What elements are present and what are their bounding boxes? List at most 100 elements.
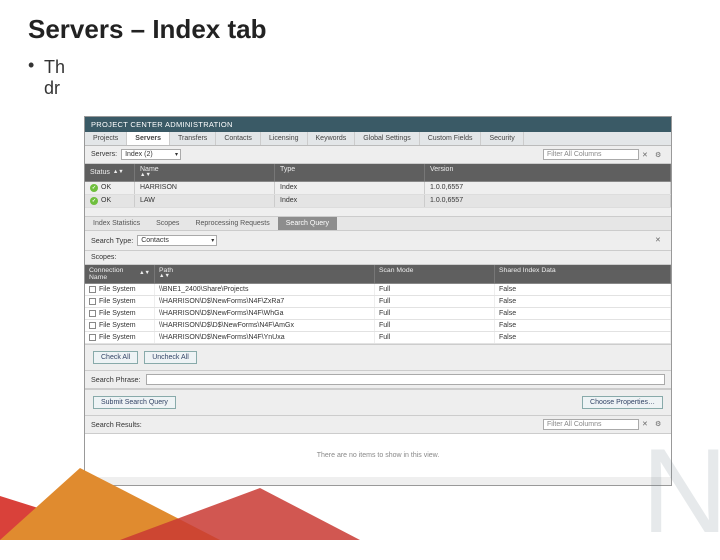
servers-grid-header: Status▲▼ Name▲▼ Type Version <box>85 164 671 182</box>
slide-title: Servers – Index tab <box>0 0 720 51</box>
bullet-1-frag-b: dr <box>44 78 60 98</box>
watermark-n: N <box>641 422 720 560</box>
scope-path: \\HARRISON\D$\NewForms\N4F\YnUxa <box>155 332 375 343</box>
scope-cn: File System <box>99 298 136 305</box>
search-phrase-input[interactable] <box>146 374 665 385</box>
server-version: 1.0.0,6557 <box>425 182 671 194</box>
scope-cn: File System <box>99 286 136 293</box>
scope-row[interactable]: File System \\HARRISON\D$\NewForms\N4F\W… <box>85 308 671 320</box>
search-type-select[interactable]: Contacts <box>137 235 217 246</box>
choose-properties-button[interactable]: Choose Properties… <box>582 396 663 409</box>
scope-row[interactable]: File System \\HARRISON\D$\NewForms\N4F\Z… <box>85 296 671 308</box>
scope-shared: False <box>495 296 671 307</box>
shdr-shared[interactable]: Shared Index Data <box>495 265 671 283</box>
uncheck-all-button[interactable]: Uncheck All <box>144 351 197 364</box>
results-empty-message: There are no items to show in this view. <box>85 434 671 477</box>
tab-keywords[interactable]: Keywords <box>308 132 356 145</box>
shdr-path[interactable]: Path▲▼ <box>155 265 375 283</box>
servers-grid: Status▲▼ Name▲▼ Type Version ✓OK HARRISO… <box>85 164 671 208</box>
server-type: Index <box>275 195 425 207</box>
hdr-version[interactable]: Version <box>425 164 671 181</box>
server-type: Index <box>275 182 425 194</box>
status-ok-icon: ✓ <box>90 197 98 205</box>
results-bar: Search Results: Filter All Columns ✕ ⚙ <box>85 416 671 434</box>
shdr-scan-mode[interactable]: Scan Mode <box>375 265 495 283</box>
search-type-label: Search Type: <box>91 236 133 245</box>
tab-projects[interactable]: Projects <box>85 132 127 145</box>
scopes-label: Scopes: <box>85 251 671 265</box>
dtab-search-query[interactable]: Search Query <box>278 217 337 230</box>
searchtype-clear-icon[interactable]: ✕ <box>655 235 665 245</box>
bullet-1-frag-a: Th <box>44 57 65 77</box>
app-window: PROJECT CENTER ADMINISTRATION Projects S… <box>84 116 672 486</box>
results-label: Search Results: <box>91 420 142 429</box>
scope-checkbox[interactable] <box>89 286 96 293</box>
scopes-header: Connection Name▲▼ Path▲▼ Scan Mode Share… <box>85 265 671 284</box>
bullet-1: Th dr <box>0 51 720 99</box>
titlebar: PROJECT CENTER ADMINISTRATION <box>85 117 671 132</box>
scope-scan: Full <box>375 284 495 295</box>
scope-checkbox[interactable] <box>89 334 96 341</box>
server-row[interactable]: ✓OK LAW Index 1.0.0,6557 <box>85 195 671 208</box>
submit-search-button[interactable]: Submit Search Query <box>93 396 176 409</box>
scope-row[interactable]: File System \\HARRISON\D$\NewForms\N4F\Y… <box>85 332 671 344</box>
detail-tabrow: Index Statistics Scopes Reprocessing Req… <box>85 216 671 231</box>
status-text: OK <box>101 197 111 204</box>
scope-checkbox[interactable] <box>89 322 96 329</box>
scope-row[interactable]: File System \\BNE1_2400\Share\Projects F… <box>85 284 671 296</box>
scope-cn: File System <box>99 334 136 341</box>
hdr-name[interactable]: Name▲▼ <box>135 164 275 181</box>
servers-subbar: Servers: Index (2) Filter All Columns ✕ … <box>85 146 671 164</box>
scope-path: \\HARRISON\D$\NewForms\N4F\WhGa <box>155 308 375 319</box>
servers-filter-input[interactable]: Filter All Columns <box>543 149 639 160</box>
scope-scan: Full <box>375 296 495 307</box>
tab-transfers[interactable]: Transfers <box>170 132 216 145</box>
scope-cn: File System <box>99 322 136 329</box>
dtab-scopes[interactable]: Scopes <box>148 217 187 230</box>
tab-contacts[interactable]: Contacts <box>216 132 261 145</box>
dtab-reprocessing[interactable]: Reprocessing Requests <box>187 217 277 230</box>
search-type-row: Search Type: Contacts ✕ <box>85 231 671 251</box>
servers-select-label: Servers: <box>91 151 117 158</box>
check-all-button[interactable]: Check All <box>93 351 138 364</box>
tab-security[interactable]: Security <box>481 132 523 145</box>
tab-global-settings[interactable]: Global Settings <box>355 132 419 145</box>
tab-custom-fields[interactable]: Custom Fields <box>420 132 482 145</box>
servers-select[interactable]: Index (2) <box>121 149 181 160</box>
server-name: LAW <box>135 195 275 207</box>
hdr-status[interactable]: Status▲▼ <box>85 164 135 181</box>
status-ok-icon: ✓ <box>90 184 98 192</box>
scope-checkbox[interactable] <box>89 310 96 317</box>
status-text: OK <box>101 184 111 191</box>
server-name: HARRISON <box>135 182 275 194</box>
results-filter-input[interactable]: Filter All Columns <box>543 419 639 430</box>
scope-scan: Full <box>375 320 495 331</box>
tab-servers[interactable]: Servers <box>127 132 170 145</box>
server-version: 1.0.0,6557 <box>425 195 671 207</box>
scope-cn: File System <box>99 310 136 317</box>
search-phrase-row: Search Phrase: <box>85 371 671 389</box>
scope-scan: Full <box>375 308 495 319</box>
scopes-grid: Connection Name▲▼ Path▲▼ Scan Mode Share… <box>85 265 671 344</box>
search-phrase-label: Search Phrase: <box>91 375 141 384</box>
scope-shared: False <box>495 308 671 319</box>
scope-row[interactable]: File System \\HARRISON\D$\D$\NewForms\N4… <box>85 320 671 332</box>
check-buttons-row: Check All Uncheck All <box>85 344 671 371</box>
scope-path: \\HARRISON\D$\D$\NewForms\N4F\AmGx <box>155 320 375 331</box>
hdr-type[interactable]: Type <box>275 164 425 181</box>
shdr-connection-name[interactable]: Connection Name▲▼ <box>85 265 155 283</box>
scope-scan: Full <box>375 332 495 343</box>
server-row[interactable]: ✓OK HARRISON Index 1.0.0,6557 <box>85 182 671 195</box>
gear-icon[interactable]: ⚙ <box>655 150 665 160</box>
main-tabrow: Projects Servers Transfers Contacts Lice… <box>85 132 671 146</box>
tab-licensing[interactable]: Licensing <box>261 132 308 145</box>
submit-row: Submit Search Query Choose Properties… <box>85 389 671 416</box>
scope-path: \\BNE1_2400\Share\Projects <box>155 284 375 295</box>
dtab-index-statistics[interactable]: Index Statistics <box>85 217 148 230</box>
scope-path: \\HARRISON\D$\NewForms\N4F\ZxRa7 <box>155 296 375 307</box>
scope-checkbox[interactable] <box>89 298 96 305</box>
scope-shared: False <box>495 284 671 295</box>
filter-clear-icon[interactable]: ✕ <box>642 150 652 160</box>
scope-shared: False <box>495 320 671 331</box>
scope-shared: False <box>495 332 671 343</box>
